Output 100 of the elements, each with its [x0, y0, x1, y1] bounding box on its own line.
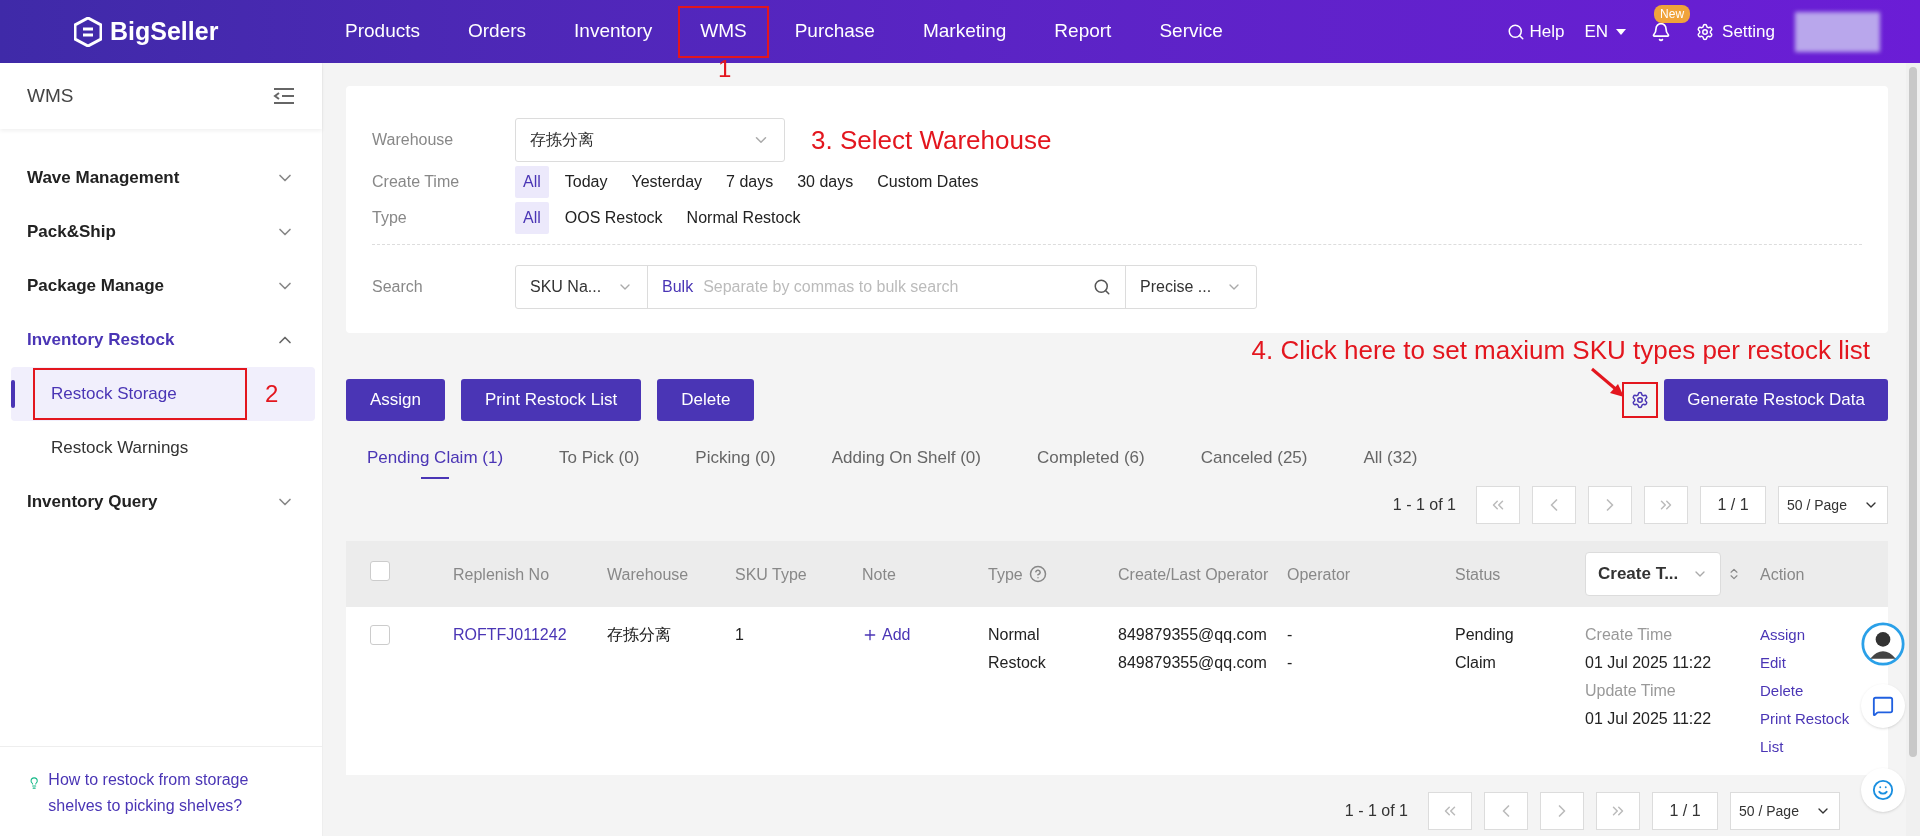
sidebar-group[interactable]: Pack&Ship [0, 205, 322, 259]
first-page-button[interactable] [1428, 792, 1472, 830]
plus-icon [862, 627, 878, 643]
action-button[interactable]: Delete [657, 379, 755, 421]
language-select[interactable]: EN [1584, 18, 1627, 45]
search-field-select[interactable]: SKU Na... [516, 266, 648, 308]
filter-option[interactable]: Custom Dates [869, 166, 987, 198]
help-icon[interactable] [1028, 565, 1047, 583]
table-cell-text: 849879355@qq.com [1118, 653, 1267, 673]
status-tab[interactable]: To Pick (0) [559, 435, 640, 481]
filter-option[interactable]: OOS Restock [556, 202, 671, 234]
nav-item[interactable]: Marketing [900, 5, 1029, 58]
previous-page-button[interactable] [1532, 486, 1576, 524]
filter-option[interactable]: All [515, 166, 549, 198]
step-marker: 2 [265, 379, 279, 409]
last-page-button[interactable] [1644, 486, 1688, 524]
annotation-text: 4. Click here to set maxium SKU types per restock list [1251, 335, 1870, 365]
page-input[interactable]: 1 / 1 [1700, 486, 1766, 524]
sidebar-title: WMS [27, 83, 74, 108]
action-button[interactable]: Print Restock List [461, 379, 642, 421]
table-cell-text: 849879355@qq.com [1118, 625, 1267, 645]
user-avatar[interactable] [1795, 11, 1880, 52]
filter-option[interactable]: Yesterday [623, 166, 711, 198]
warehouse-select[interactable]: 存拣分离 [515, 118, 785, 162]
page-input[interactable]: 1 / 1 [1652, 792, 1718, 830]
status-tab[interactable]: All (32) [1363, 435, 1418, 481]
page-size-select[interactable]: 50 / Page [1730, 792, 1840, 830]
first-page-button[interactable] [1476, 486, 1520, 524]
next-page-button[interactable] [1588, 486, 1632, 524]
nav-item[interactable]: Report [1032, 5, 1134, 58]
support-avatar[interactable] [1861, 622, 1905, 666]
nav-item[interactable]: WMS [678, 5, 769, 58]
add-note-link[interactable]: Add [862, 621, 911, 649]
column-header: Action [1760, 564, 1805, 585]
scrollbar[interactable] [1906, 63, 1920, 836]
row-action-link[interactable]: Delete [1760, 677, 1804, 705]
chat-icon [1872, 695, 1894, 717]
help-link[interactable]: How to restock from storage shelves to picking shelves? [48, 767, 294, 819]
filter-option[interactable]: All [515, 202, 549, 234]
column-header: Status [1455, 564, 1501, 585]
settings-link[interactable]: Setting [1696, 18, 1775, 45]
sidebar-item[interactable]: Restock Warnings [11, 421, 315, 475]
help-link[interactable]: Help [1507, 18, 1565, 45]
sidebar-group[interactable]: Inventory Restock [0, 313, 322, 367]
status-tab[interactable]: Pending Claim (1) [367, 435, 504, 481]
next-page-button[interactable] [1540, 792, 1584, 830]
nav-item[interactable]: Purchase [772, 5, 897, 58]
generate-button[interactable]: Generate Restock Data [1664, 379, 1888, 421]
bulk-label[interactable]: Bulk [662, 275, 694, 299]
bell-icon[interactable] [1651, 21, 1672, 42]
caret-icon [1616, 28, 1627, 35]
collapse-menu-icon[interactable] [273, 87, 295, 105]
filter-option[interactable]: 7 days [718, 166, 782, 198]
match-mode-select[interactable]: Precise ... [1126, 266, 1256, 308]
nav-item[interactable]: Service [1137, 5, 1245, 58]
filter-option[interactable]: 30 days [789, 166, 862, 198]
annotation-text: 3. Select Warehouse [811, 123, 1052, 157]
column-header: Operator [1287, 564, 1351, 585]
action-button[interactable]: Assign [346, 379, 446, 421]
status-tab[interactable]: Canceled (25) [1200, 435, 1308, 481]
filter-option[interactable]: Normal Restock [678, 202, 809, 234]
status-tab[interactable]: Adding On Shelf (0) [831, 435, 981, 481]
row-action-link[interactable]: Assign [1760, 621, 1806, 649]
checkbox[interactable] [370, 625, 390, 645]
row-action-link[interactable]: Print Restock List [1760, 705, 1858, 761]
previous-page-button[interactable] [1484, 792, 1528, 830]
sidebar-group[interactable]: Inventory Query [0, 475, 322, 529]
nav-item[interactable]: Products [323, 5, 442, 58]
feedback-button[interactable] [1861, 768, 1905, 812]
table-cell: Normal Restock [988, 626, 1046, 671]
nav-item[interactable]: Inventory [552, 5, 675, 58]
sort-select[interactable]: Create T... [1585, 552, 1721, 596]
row-action-link[interactable]: Edit [1760, 649, 1786, 677]
table-cell: 存拣分离 [607, 626, 671, 643]
filter-label: Create Time [372, 172, 461, 192]
search-input[interactable]: Separate by commas to bulk search [703, 275, 1083, 299]
page-size-select[interactable]: 50 / Page [1778, 486, 1888, 524]
last-page-button[interactable] [1596, 792, 1640, 830]
active-indicator [11, 380, 15, 408]
search-icon[interactable] [1093, 278, 1111, 296]
sidebar-group[interactable]: Package Manage [0, 259, 322, 313]
checkbox[interactable] [370, 560, 390, 581]
logo-text: BigSeller [110, 15, 219, 47]
filter-label: Search [372, 277, 424, 297]
nav-item[interactable]: Orders [446, 5, 549, 58]
search-bar[interactable]: SKU Na... Bulk Separate by commas to bulk search Precise ... [515, 265, 1257, 309]
sidebar-item[interactable]: Restock Storage 2 [11, 367, 315, 421]
status-tab[interactable]: Completed (6) [1037, 435, 1145, 481]
sidebar-group[interactable]: Wave Management [0, 151, 322, 205]
chat-button[interactable] [1861, 684, 1905, 728]
column-header: Type [988, 564, 1023, 585]
table-cell: 1 [735, 626, 744, 643]
settings-icon [1631, 391, 1650, 409]
smile-icon [1872, 779, 1894, 801]
filter-option[interactable]: Today [556, 166, 616, 198]
time-value: 01 Jul 2025 11:22 [1585, 653, 1713, 673]
status-tab[interactable]: Picking (0) [695, 435, 776, 481]
settings-button[interactable] [1622, 382, 1659, 418]
time-label: Update Time [1585, 681, 1677, 701]
replenish-number-link[interactable]: ROFTFJ011242 [453, 626, 567, 643]
